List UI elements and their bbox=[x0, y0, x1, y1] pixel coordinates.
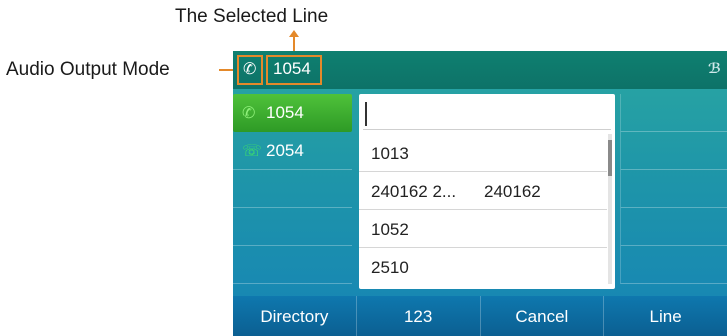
line-key-1054[interactable]: ✆ 1054 bbox=[233, 94, 352, 132]
selected-line-arrow bbox=[289, 30, 299, 51]
status-bar: ✆ 1054 ℬ bbox=[233, 51, 727, 89]
list-item[interactable]: 1052 bbox=[359, 210, 607, 248]
dial-search-dialog: 1013 240162 2... 240162 1052 2510 bbox=[359, 94, 615, 289]
result-number: 240162 bbox=[484, 182, 541, 201]
bluetooth-icon: ℬ bbox=[708, 60, 721, 76]
text-caret bbox=[365, 102, 367, 126]
result-name: 2510 bbox=[371, 258, 409, 277]
line-key-label: 1054 bbox=[266, 103, 304, 122]
result-name: 1013 bbox=[371, 144, 409, 163]
line-key-empty[interactable] bbox=[233, 170, 352, 208]
right-key-column bbox=[620, 94, 727, 284]
line-keys: ✆ 1054 ☏ 2054 bbox=[233, 94, 352, 284]
selected-line-annotation: The Selected Line bbox=[175, 6, 329, 27]
right-key-empty[interactable] bbox=[620, 246, 727, 284]
line-key-empty[interactable] bbox=[233, 246, 352, 284]
handset-icon: ✆ bbox=[242, 105, 256, 122]
cancel-softkey[interactable]: Cancel bbox=[479, 296, 604, 336]
handset-icon: ✆ bbox=[243, 61, 257, 78]
softkey-bar: Directory 123 Cancel Line bbox=[233, 296, 727, 336]
selected-line-label: 1054 bbox=[273, 59, 311, 78]
line-softkey[interactable]: Line bbox=[603, 296, 727, 336]
line-key-label: 2054 bbox=[266, 141, 304, 160]
line-key-2054[interactable]: ☏ 2054 bbox=[233, 132, 352, 170]
result-name: 1052 bbox=[371, 220, 409, 239]
scrollbar-thumb[interactable] bbox=[608, 140, 612, 176]
result-name: 240162 2... bbox=[371, 182, 457, 201]
right-key-empty[interactable] bbox=[620, 170, 727, 208]
scrollbar[interactable] bbox=[608, 134, 612, 284]
right-key-empty[interactable] bbox=[620, 208, 727, 246]
audio-output-mode-annotation: Audio Output Mode bbox=[6, 59, 170, 80]
right-key-empty[interactable] bbox=[620, 94, 727, 132]
list-item[interactable]: 240162 2... 240162 bbox=[359, 172, 607, 210]
right-key-empty[interactable] bbox=[620, 132, 727, 170]
line-key-empty[interactable] bbox=[233, 208, 352, 246]
list-item[interactable]: 2510 bbox=[359, 248, 607, 286]
phone-screen: ✆ 1054 ℬ ✆ 1054 ☏ 2054 1013 240162 2... … bbox=[233, 51, 727, 336]
input-mode-softkey[interactable]: 123 bbox=[355, 296, 480, 336]
directory-softkey[interactable]: Directory bbox=[233, 296, 356, 336]
search-input[interactable] bbox=[363, 98, 611, 130]
list-item[interactable]: 1013 bbox=[359, 134, 607, 172]
phone-icon: ☏ bbox=[242, 143, 263, 160]
